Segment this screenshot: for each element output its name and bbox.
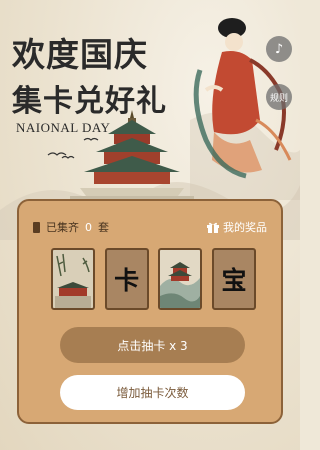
collected-count: 0: [85, 220, 92, 234]
main-subtitle-title: 集卡兑好礼: [12, 84, 167, 119]
add-draws-button[interactable]: 增加抽卡次数: [60, 375, 245, 410]
my-prizes-link[interactable]: 我的奖品: [207, 219, 267, 235]
temple-mountain-card[interactable]: [158, 248, 203, 310]
gift-icon: [207, 222, 219, 233]
rules-button[interactable]: 规则: [266, 84, 292, 110]
temple-card-art: [160, 250, 201, 308]
collection-book-icon: [33, 221, 40, 233]
collected-suffix: 套: [98, 221, 109, 234]
card-character-ka[interactable]: 卡: [104, 248, 149, 310]
birds: [47, 137, 99, 159]
music-note-icon: ♪: [274, 41, 284, 57]
main-title: 欢度国庆: [12, 35, 148, 74]
music-toggle-button[interactable]: ♪: [266, 36, 292, 62]
card-collection-panel: 已集齐 0 套 我的奖品 卡 宝 点击抽卡 x 3 增加抽卡次数: [17, 199, 283, 424]
english-subtitle: NAIONAL DAY: [16, 120, 111, 135]
collected-prefix: 已集齐: [46, 221, 79, 234]
my-prizes-label: 我的奖品: [223, 221, 267, 234]
card-row: 卡 宝: [51, 248, 256, 310]
draw-card-button[interactable]: 点击抽卡 x 3: [60, 327, 245, 363]
collected-sets-status: 已集齐 0 套: [33, 219, 109, 235]
card-character-bao[interactable]: 宝: [211, 248, 256, 310]
palace-bamboo-card[interactable]: [51, 248, 95, 310]
palace-card-art: [53, 250, 93, 308]
